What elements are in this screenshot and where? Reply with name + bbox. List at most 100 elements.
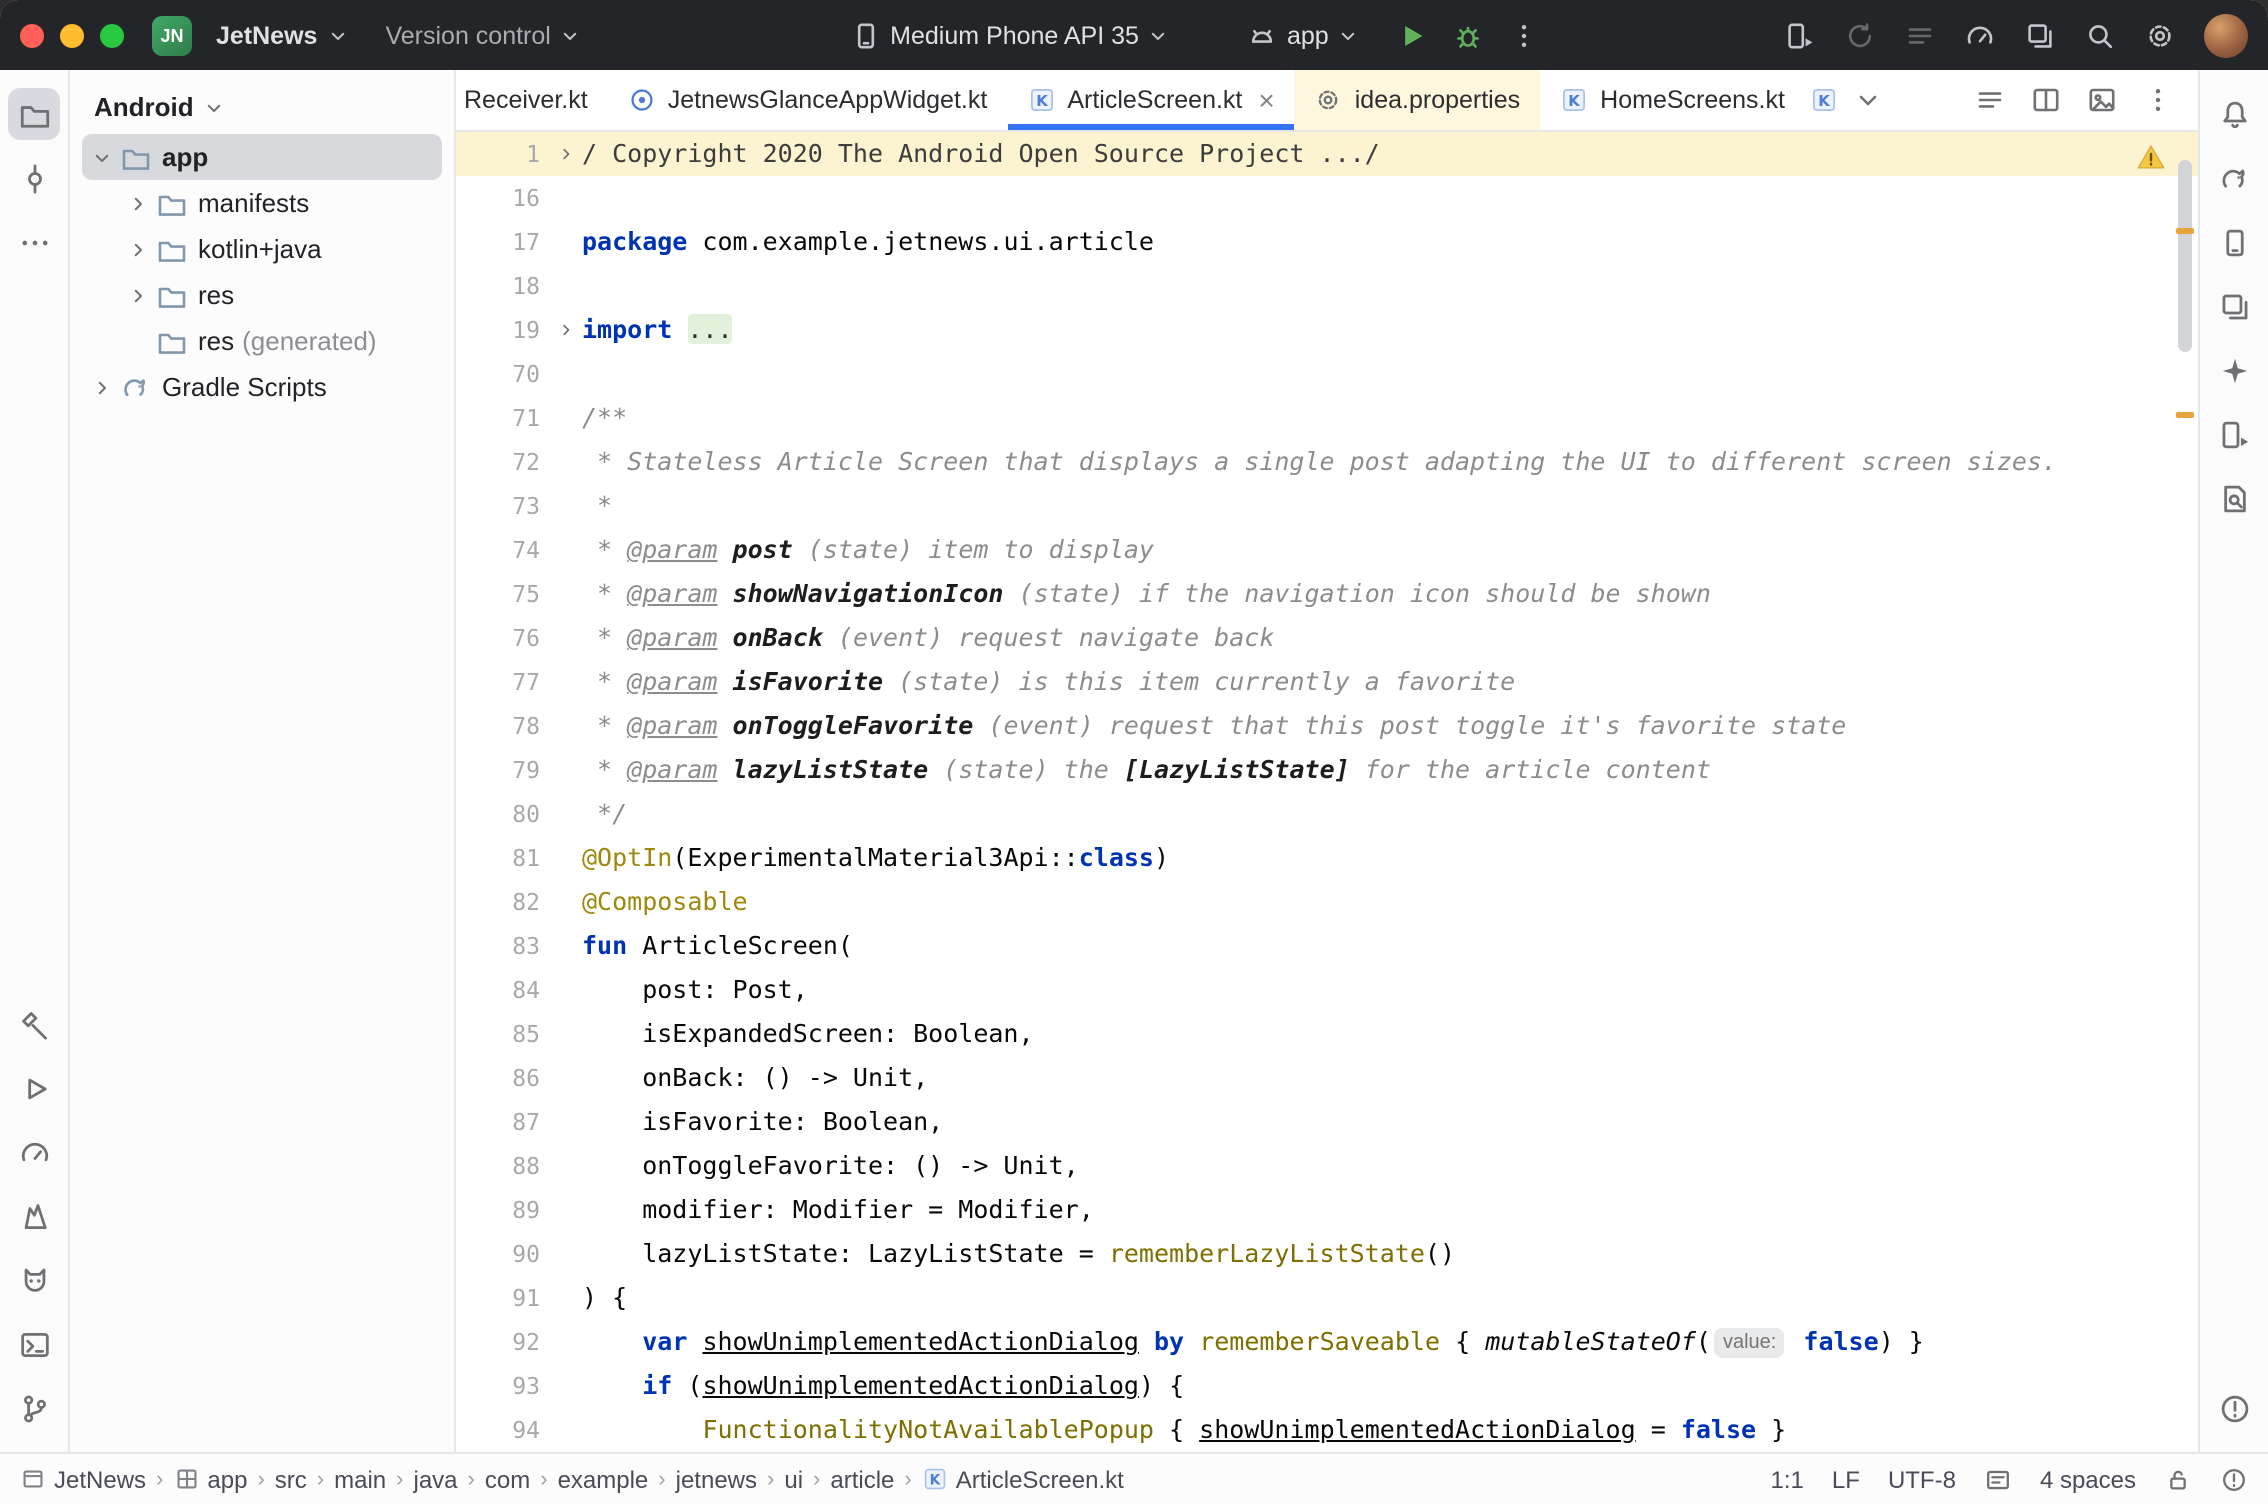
line-separator[interactable]: LF [1832, 1465, 1860, 1493]
zoom-window-button[interactable] [100, 23, 124, 47]
close-window-button[interactable] [20, 23, 44, 47]
code-text[interactable]: lazyListState: LazyListState = rememberL… [582, 1232, 1455, 1276]
tab-receiver-kt[interactable]: Receiver.kt [456, 70, 608, 130]
code-text[interactable]: post: Post, [582, 968, 808, 1012]
code-text[interactable]: ) { [582, 1276, 627, 1320]
code-text[interactable]: * @param lazyListState (state) the [Lazy… [582, 748, 1711, 792]
code-text[interactable]: if (showUnimplementedActionDialog) { [582, 1364, 1184, 1408]
breadcrumb-item-java[interactable]: java [414, 1465, 458, 1493]
breadcrumb-item-article[interactable]: article [830, 1465, 894, 1493]
chevron-right-icon[interactable] [122, 237, 154, 261]
code-text[interactable]: * @param isFavorite (state) is this item… [582, 660, 1515, 704]
indent-style[interactable]: 4 spaces [2040, 1465, 2136, 1493]
code-text[interactable]: */ [582, 792, 627, 836]
running-devices-icon[interactable] [2208, 408, 2260, 460]
breadcrumb-item-src[interactable]: src [275, 1465, 307, 1493]
file-encoding[interactable]: UTF-8 [1888, 1465, 1956, 1493]
design-view-icon[interactable] [2086, 84, 2118, 116]
build-variants-icon[interactable] [2208, 280, 2260, 332]
app-insights-tool-icon[interactable] [8, 1190, 60, 1242]
code-text[interactable]: onBack: () -> Unit, [582, 1056, 928, 1100]
terminal-tool-icon[interactable] [8, 1318, 60, 1370]
avatar[interactable] [2204, 13, 2248, 57]
code-text[interactable]: @OptIn(ExperimentalMaterial3Api::class) [582, 836, 1169, 880]
chevron-right-icon[interactable] [122, 283, 154, 307]
tree-item-gradle-scripts[interactable]: Gradle Scripts [82, 364, 442, 410]
commit-tool-icon[interactable] [8, 152, 60, 204]
vcs-widget[interactable]: Version control [373, 11, 594, 59]
split-view-icon[interactable] [2030, 84, 2062, 116]
code-text[interactable]: /** [582, 396, 627, 440]
sync-project-icon[interactable] [1844, 19, 1876, 51]
hidden-tabs-icon[interactable] [1853, 84, 1885, 116]
todo-icon[interactable] [1904, 19, 1936, 51]
problems-icon[interactable] [2208, 1382, 2260, 1434]
code-text[interactable]: modifier: Modifier = Modifier, [582, 1188, 1094, 1232]
tab-overflow[interactable]: K [1805, 70, 1845, 130]
reader-mode-icon[interactable] [1984, 1465, 2012, 1493]
breadcrumb-item-com[interactable]: com [485, 1465, 530, 1493]
gemini-icon[interactable] [2208, 344, 2260, 396]
code-text[interactable]: FunctionalityNotAvailablePopup { showUni… [582, 1408, 1786, 1452]
inspection-warning-icon[interactable] [2136, 142, 2166, 172]
breadcrumb-item-example[interactable]: example [558, 1465, 649, 1493]
code-text[interactable]: isExpandedScreen: Boolean, [582, 1012, 1034, 1056]
tree-item-res[interactable]: res [82, 272, 442, 318]
project-view-selector[interactable]: Android [94, 92, 194, 122]
version-control-tool-icon[interactable] [8, 1382, 60, 1434]
running-devices-icon[interactable] [1784, 19, 1816, 51]
tab-articlescreen-kt[interactable]: KArticleScreen.kt× [1007, 70, 1294, 130]
breadcrumb-item-articlescreen-kt[interactable]: KArticleScreen.kt [922, 1465, 1124, 1493]
more-actions-icon[interactable] [1509, 19, 1541, 51]
code-text[interactable]: * [582, 484, 612, 528]
debug-button[interactable] [1453, 19, 1485, 51]
editor-scrollbar[interactable] [2178, 160, 2192, 352]
code-text[interactable]: * Stateless Article Screen that displays… [582, 440, 2057, 484]
chevron-right-icon[interactable] [86, 375, 118, 399]
warning-stripe-mark[interactable] [2176, 228, 2194, 234]
device-selector[interactable]: Medium Phone API 35 [838, 11, 1183, 59]
code-text[interactable]: * @param post (state) item to display [582, 528, 1154, 572]
tree-item-app[interactable]: app [82, 134, 442, 180]
find-tool-icon[interactable] [2208, 472, 2260, 524]
run-config-selector[interactable]: app [1235, 11, 1373, 59]
tab-homescreens-kt[interactable]: KHomeScreens.kt [1540, 70, 1805, 130]
fold-indicator[interactable] [548, 132, 582, 176]
code-text[interactable]: isFavorite: Boolean, [582, 1100, 943, 1144]
logcat-tool-icon[interactable] [8, 1254, 60, 1306]
code-text[interactable]: onToggleFavorite: () -> Unit, [582, 1144, 1079, 1188]
project-switcher[interactable]: JetNews [204, 11, 361, 59]
profiler-tool-icon[interactable] [8, 1126, 60, 1178]
build-analyzer-icon[interactable] [2024, 19, 2056, 51]
tree-item-manifests[interactable]: manifests [82, 180, 442, 226]
tree-item-kotlin-java[interactable]: kotlin+java [82, 226, 442, 272]
breadcrumb-item-jetnews[interactable]: JetNews [20, 1465, 146, 1493]
code-editor[interactable]: 1/ Copyright 2020 The Android Open Sourc… [456, 132, 2198, 1452]
chevron-down-icon[interactable] [86, 145, 118, 169]
search-everywhere-icon[interactable] [2084, 19, 2116, 51]
caret-position[interactable]: 1:1 [1771, 1465, 1804, 1493]
code-text[interactable]: import ... [582, 308, 733, 352]
warning-stripe-mark[interactable] [2176, 412, 2194, 418]
profiler-icon[interactable] [1964, 19, 1996, 51]
build-tool-icon[interactable] [8, 998, 60, 1050]
settings-icon[interactable] [2144, 19, 2176, 51]
code-text[interactable]: @Composable [582, 880, 748, 924]
inspection-status-icon[interactable] [2220, 1465, 2248, 1493]
breadcrumb-item-ui[interactable]: ui [784, 1465, 803, 1493]
breadcrumb-item-app[interactable]: app [173, 1465, 247, 1493]
run-tool-icon[interactable] [8, 1062, 60, 1114]
tab-jetnewsglanceappwidget-kt[interactable]: JetnewsGlanceAppWidget.kt [608, 70, 1008, 130]
tree-item-res-generated[interactable]: res(generated) [82, 318, 442, 364]
code-text[interactable]: * @param showNavigationIcon (state) if t… [582, 572, 1711, 616]
code-text[interactable]: * @param onToggleFavorite (event) reques… [582, 704, 1846, 748]
device-manager-icon[interactable] [2208, 216, 2260, 268]
minimize-window-button[interactable] [60, 23, 84, 47]
code-view-icon[interactable] [1974, 84, 2006, 116]
code-text[interactable]: var showUnimplementedActionDialog by rem… [582, 1320, 1924, 1364]
editor-options-icon[interactable] [2142, 84, 2174, 116]
gradle-icon[interactable] [2208, 152, 2260, 204]
notifications-icon[interactable] [2208, 88, 2260, 140]
run-button[interactable] [1397, 19, 1429, 51]
chevron-right-icon[interactable] [122, 191, 154, 215]
